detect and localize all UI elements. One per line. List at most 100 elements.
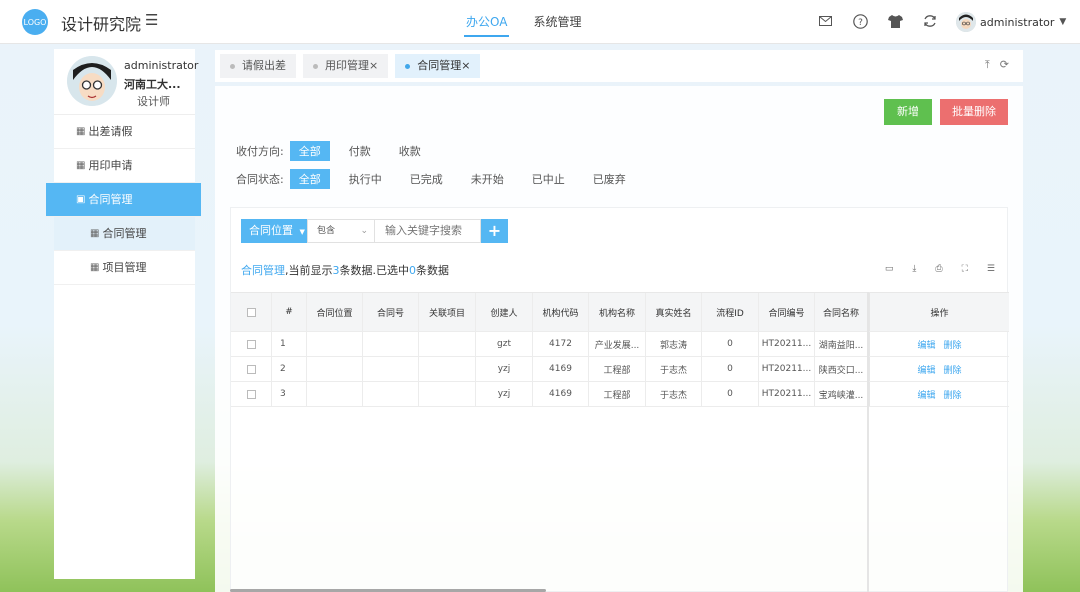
column-header[interactable]: 创建人 — [476, 293, 533, 331]
upload-icon[interactable]: ⤒ — [985, 58, 990, 72]
nav-office-oa[interactable]: 办公OA — [463, 0, 510, 44]
filter-option-all[interactable]: 全部 — [289, 141, 330, 161]
row-checkbox[interactable] — [246, 389, 256, 399]
column-header[interactable]: 机构代码 — [533, 293, 589, 331]
tab-leave-trip[interactable]: 请假出差 — [220, 54, 296, 78]
print-icon[interactable]: ⎙ — [935, 264, 942, 274]
cell-project — [419, 332, 476, 356]
row-select-cell — [231, 357, 272, 381]
tab-label: 用印管理× — [325, 59, 379, 72]
tab-dot-icon — [313, 63, 318, 69]
nav-system-management[interactable]: 系统管理 — [533, 0, 581, 44]
mail-icon[interactable] — [816, 12, 834, 30]
table-row[interactable]: 3 yzj 4169 工程部 于志杰 0 HT20211... 宝鸡峡灌... … — [231, 382, 1009, 407]
column-header[interactable]: # — [272, 293, 307, 331]
tab-seal-management[interactable]: 用印管理× — [303, 54, 389, 78]
cell-creator: yzj — [476, 357, 533, 381]
page-tabs: 请假出差 用印管理× 合同管理× ⤒ ⟳ — [215, 50, 1023, 82]
add-button[interactable]: 新增 — [884, 99, 932, 125]
filter-option-abandoned[interactable]: 已废弃 — [584, 169, 635, 189]
brand-title: 设计研究院 — [61, 15, 142, 34]
cell-creator: yzj — [476, 382, 533, 406]
filter-option-stopped[interactable]: 已中止 — [523, 169, 574, 189]
sidebar-item-project-management[interactable]: ▦ 项目管理 — [54, 251, 195, 285]
edit-link[interactable]: 编辑 — [917, 388, 935, 401]
filter-option-all[interactable]: 全部 — [289, 169, 330, 189]
cell-position — [307, 357, 363, 381]
summary-text: 条数据 — [416, 264, 449, 277]
batch-delete-button[interactable]: 批量删除 — [940, 99, 1008, 125]
profile-name: administrator — [124, 59, 199, 72]
table-row[interactable]: 2 yzj 4169 工程部 于志杰 0 HT20211... 陕西交口... … — [231, 357, 1009, 382]
sidebar-item-business-trip[interactable]: ▦ 出差请假 — [54, 115, 195, 149]
column-header[interactable]: 机构名称 — [589, 293, 646, 331]
user-name: administrator — [980, 15, 1055, 29]
summary-module: 合同管理 — [241, 264, 285, 277]
shirt-icon[interactable] — [886, 12, 904, 30]
select-all-cell — [231, 293, 272, 331]
chevron-down-icon: ▼ — [1059, 17, 1067, 27]
column-header[interactable]: 关联项目 — [419, 293, 476, 331]
operator-select[interactable]: 包含 ⌄ — [307, 219, 375, 243]
logo[interactable]: LOGO — [22, 9, 48, 35]
sidebar-item-label: 合同管理 — [102, 226, 147, 240]
svg-text:?: ? — [858, 18, 863, 28]
column-header[interactable]: 合同编号 — [759, 293, 815, 331]
column-header[interactable]: 流程ID — [702, 293, 759, 331]
sidebar-item-seal-application[interactable]: ▦ 用印申请 — [54, 149, 195, 183]
column-header[interactable]: 合同名称 — [815, 293, 868, 331]
row-checkbox[interactable] — [246, 339, 256, 349]
select-all-checkbox[interactable] — [246, 307, 256, 317]
cell-flow-id: 0 — [702, 332, 759, 356]
search-input[interactable] — [375, 219, 481, 243]
filter-option-executing[interactable]: 执行中 — [340, 169, 391, 189]
refresh-icon[interactable]: ⟳ — [1000, 58, 1009, 72]
delete-link[interactable]: 删除 — [944, 363, 962, 376]
download-icon[interactable]: ⤓ — [912, 264, 916, 274]
column-header[interactable]: 合同位置 — [307, 293, 363, 331]
delete-link[interactable]: 删除 — [944, 388, 962, 401]
table-row[interactable]: 1 gzt 4172 产业发展... 郭志涛 0 HT20211... 湖南益阳… — [231, 332, 1009, 357]
sidebar-item-contract-management[interactable]: ▦ 合同管理 — [54, 217, 195, 251]
user-menu[interactable]: administrator ▼ — [956, 12, 1066, 32]
settings-icon[interactable]: ☰ — [987, 264, 995, 274]
tab-label: 合同管理× — [417, 59, 471, 72]
menu-toggle-icon[interactable]: ☰ — [145, 11, 158, 29]
help-icon[interactable]: ? — [851, 12, 869, 30]
profile-role: 设计师 — [137, 95, 170, 108]
folder-icon[interactable]: ▭ — [885, 264, 894, 274]
add-condition-button[interactable]: + — [481, 219, 508, 243]
filter-option-payment[interactable]: 付款 — [340, 141, 380, 161]
row-actions: 编辑 删除 — [868, 332, 1009, 356]
column-header[interactable]: 真实姓名 — [646, 293, 702, 331]
edit-link[interactable]: 编辑 — [917, 363, 935, 376]
filter-option-not-started[interactable]: 未开始 — [462, 169, 513, 189]
column-header: 操作 — [868, 293, 1009, 331]
operator-label: 包含 — [317, 226, 336, 236]
edit-link[interactable]: 编辑 — [917, 338, 935, 351]
sidebar-item-label: 用印申请 — [88, 158, 133, 172]
cell-org-code: 4172 — [533, 332, 589, 356]
refresh-icon[interactable] — [921, 12, 939, 30]
search-bar: 合同位置 ▼ 包含 ⌄ + — [241, 219, 508, 243]
cell-project — [419, 357, 476, 381]
cell-no: 3 — [272, 382, 307, 406]
delete-link[interactable]: 删除 — [944, 338, 962, 351]
field-select[interactable]: 合同位置 ▼ — [241, 219, 307, 243]
tab-contract-management[interactable]: 合同管理× — [395, 54, 481, 78]
cell-org-name: 产业发展... — [589, 332, 646, 356]
status-filter: 合同状态: 全部 执行中 已完成 未开始 已中止 已废弃 — [236, 169, 645, 189]
filter-option-receipt[interactable]: 收款 — [390, 141, 430, 161]
cell-contract-no: HT20211... — [759, 332, 815, 356]
row-checkbox[interactable] — [246, 364, 256, 374]
sidebar-item-label: 合同管理 — [88, 192, 133, 206]
sidebar-item-contract-group[interactable]: ▣ 合同管理 — [46, 183, 201, 217]
sidebar-item-label: 出差请假 — [88, 124, 133, 138]
grid-icon: ▦ — [76, 159, 86, 171]
cell-flow-id: 0 — [702, 357, 759, 381]
cell-creator: gzt — [476, 332, 533, 356]
filter-option-completed[interactable]: 已完成 — [401, 169, 452, 189]
column-header[interactable]: 合同号 — [363, 293, 419, 331]
header-tools: ? — [816, 12, 956, 30]
fullscreen-icon[interactable]: ⛶ — [962, 264, 968, 274]
